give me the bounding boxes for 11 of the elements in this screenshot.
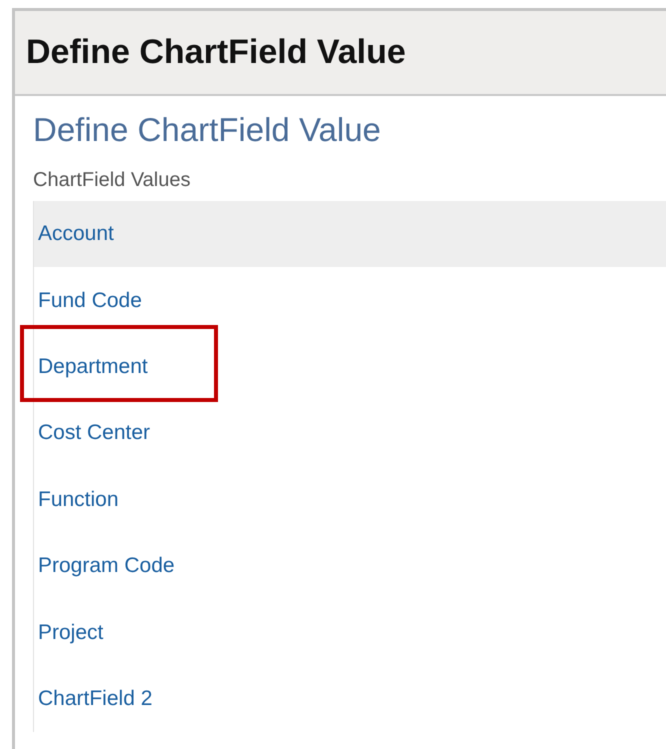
- list-item[interactable]: Function: [34, 466, 666, 533]
- list-item[interactable]: Program Code: [34, 532, 666, 600]
- list-item[interactable]: Account: [34, 201, 666, 268]
- list-item[interactable]: Fund Code: [34, 267, 666, 334]
- section-label: ChartField Values: [33, 168, 192, 192]
- list-item[interactable]: Project: [34, 599, 666, 666]
- window-title: Define ChartField Value: [26, 33, 406, 72]
- list-item[interactable]: ChartField 2: [34, 666, 666, 732]
- page-heading: Define ChartField Value: [33, 110, 382, 150]
- list-item[interactable]: Cost Center: [34, 400, 666, 467]
- list-item[interactable]: Department: [34, 334, 666, 400]
